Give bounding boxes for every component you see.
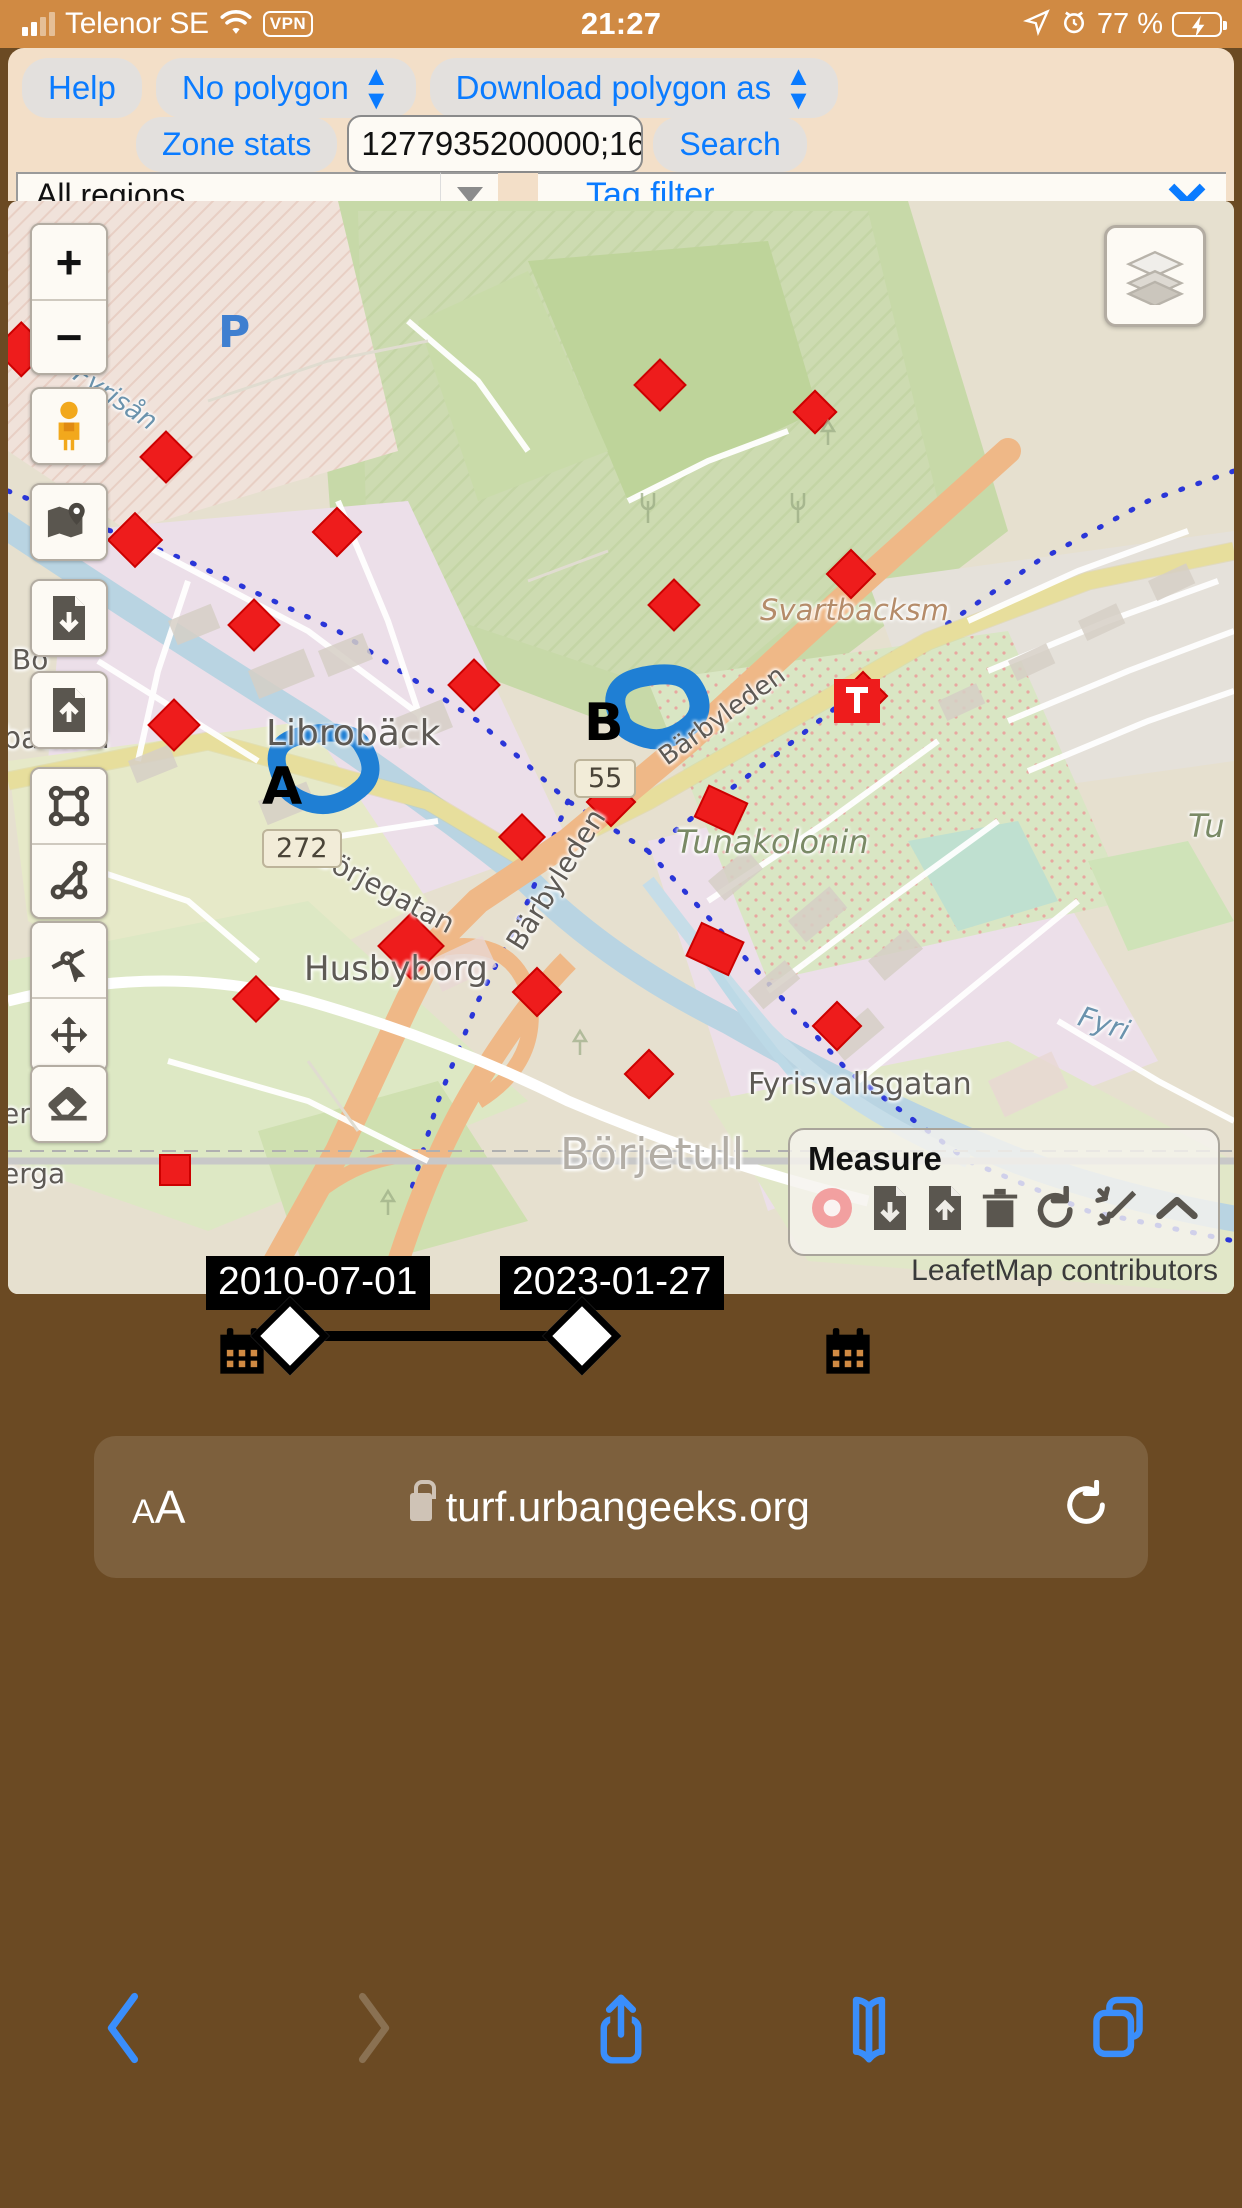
drawn-marker-a-label: A (262, 757, 303, 817)
osm-link[interactable]: etMap (970, 1254, 1053, 1287)
book-icon (853, 1996, 886, 2063)
zoom-in-button[interactable]: + (32, 225, 106, 299)
measure-download-button[interactable] (870, 1184, 910, 1237)
rectangle-vertices-icon (48, 785, 90, 827)
leaflet-link[interactable]: Leaf (911, 1254, 969, 1287)
map-pin-button[interactable] (32, 485, 106, 559)
plus-icon: + (55, 236, 83, 288)
layers-stack-icon (1125, 250, 1185, 305)
move-shape-button[interactable] (32, 997, 106, 1071)
share-button[interactable] (497, 1990, 745, 2066)
record-circle-icon (812, 1188, 852, 1228)
lock-icon (409, 1480, 436, 1521)
draw-polygon-button[interactable] (32, 843, 106, 917)
location-arrow-icon (1022, 8, 1051, 41)
app-toolbar: Help No polygon ▲ ▼ Download polygon as ▲… (8, 48, 1234, 216)
battery-percent-label: 77 % (1096, 7, 1163, 40)
date-range-slider[interactable]: 2010-07-01 2023-01-27 (0, 1256, 1242, 1386)
map-attribution: LeafetMap contributors (911, 1254, 1218, 1288)
drawn-marker-b-label: B (584, 693, 624, 753)
share-icon (600, 1994, 642, 2064)
erase-shape-button[interactable] (32, 1067, 106, 1141)
address-bar[interactable]: AA turf.urbangeeks.org (94, 1436, 1148, 1578)
measure-panel-title: Measure (808, 1140, 942, 1177)
undo-arrow-icon (1038, 1185, 1073, 1228)
attribution-tail: contributors (1052, 1254, 1218, 1287)
chevron-left-icon (108, 1992, 139, 2064)
safari-toolbar (0, 1968, 1242, 2088)
move-arrows-icon (50, 1016, 88, 1054)
chevron-updown-icon: ▲ ▼ (362, 60, 390, 115)
download-file-button[interactable] (32, 581, 106, 655)
trash-icon (982, 1188, 1018, 1228)
download-file-control (30, 579, 108, 657)
edit-vertices-button[interactable] (32, 923, 106, 997)
minus-icon: − (55, 311, 83, 363)
measure-delete-button[interactable] (979, 1185, 1021, 1236)
search-button[interactable]: Search (653, 116, 807, 172)
upload-file-button[interactable] (32, 673, 106, 747)
polygon-select-value: No polygon (181, 69, 349, 106)
eraser-icon (48, 1086, 87, 1121)
download-polygon-label: Download polygon as (455, 69, 772, 106)
draw-tools-group (30, 767, 108, 919)
polygon-select[interactable]: No polygon ▲ ▼ (155, 58, 416, 118)
measure-panel: Measure (788, 1128, 1220, 1256)
map-pin-control (30, 483, 108, 561)
tabs-button[interactable] (994, 1995, 1242, 2061)
zone-stats-button[interactable]: Zone stats (136, 116, 338, 172)
polygon-vertices-icon (50, 860, 88, 900)
street-view-control (30, 387, 108, 465)
street-view-pegman-button[interactable] (32, 389, 106, 463)
battery-charging-icon (1172, 11, 1227, 37)
edit-vertex-cursor-icon (51, 948, 86, 982)
search-input[interactable]: 1277935200000;1660 (347, 115, 644, 173)
erase-tool-group (30, 1065, 108, 1143)
magic-pencil-icon (1094, 1186, 1136, 1226)
file-download-icon (874, 1186, 907, 1230)
map-canvas[interactable]: Librobäck Husbyborg Tunakolonin Svartbac… (8, 201, 1234, 1294)
zoom-out-button[interactable]: − (32, 299, 106, 373)
chevron-right-icon (358, 1992, 389, 2064)
alarm-clock-icon (1060, 8, 1088, 41)
start-date-chip: 2010-07-01 (206, 1256, 430, 1310)
edit-tools-group (30, 921, 108, 1073)
chevron-up-icon (1156, 1196, 1198, 1220)
forward-button[interactable] (248, 1992, 496, 2064)
pegman-icon (58, 401, 80, 451)
reload-button[interactable] (1064, 1479, 1110, 1535)
bookmarks-button[interactable] (745, 1993, 993, 2063)
measure-record-button[interactable] (808, 1184, 856, 1237)
draw-rectangle-button[interactable] (32, 769, 106, 843)
chevron-updown-icon: ▲ ▼ (785, 60, 812, 115)
safari-browser-chrome: AA turf.urbangeeks.org (0, 1386, 1242, 2208)
download-polygon-select[interactable]: Download polygon as ▲ ▼ (429, 58, 838, 118)
measure-collapse-button[interactable] (1154, 1188, 1200, 1233)
layers-button[interactable] (1104, 225, 1206, 327)
measure-upload-button[interactable] (925, 1184, 965, 1237)
reload-icon (1067, 1479, 1105, 1524)
help-button[interactable]: Help (22, 58, 142, 118)
measure-edit-button[interactable] (1094, 1185, 1140, 1236)
measure-undo-button[interactable] (1035, 1185, 1079, 1235)
end-date-chip: 2023-01-27 (500, 1256, 724, 1310)
file-download-icon (53, 596, 85, 640)
road-shield-272: 272 (262, 829, 342, 868)
road-shield-55: 55 (574, 759, 637, 798)
back-button[interactable] (0, 1992, 248, 2064)
url-text: turf.urbangeeks.org (445, 1483, 810, 1530)
upload-file-control (30, 671, 108, 749)
ios-status-bar: Telenor SE VPN 21:27 77 % (0, 0, 1242, 48)
url-display[interactable]: turf.urbangeeks.org (155, 1480, 1064, 1531)
file-upload-icon (53, 688, 85, 732)
zoom-control-group: + − (30, 223, 108, 375)
end-calendar-icon[interactable] (822, 1326, 874, 1383)
file-upload-icon (928, 1186, 961, 1230)
map-marker-icon (47, 502, 85, 538)
tabs-icon (1093, 1996, 1143, 2058)
